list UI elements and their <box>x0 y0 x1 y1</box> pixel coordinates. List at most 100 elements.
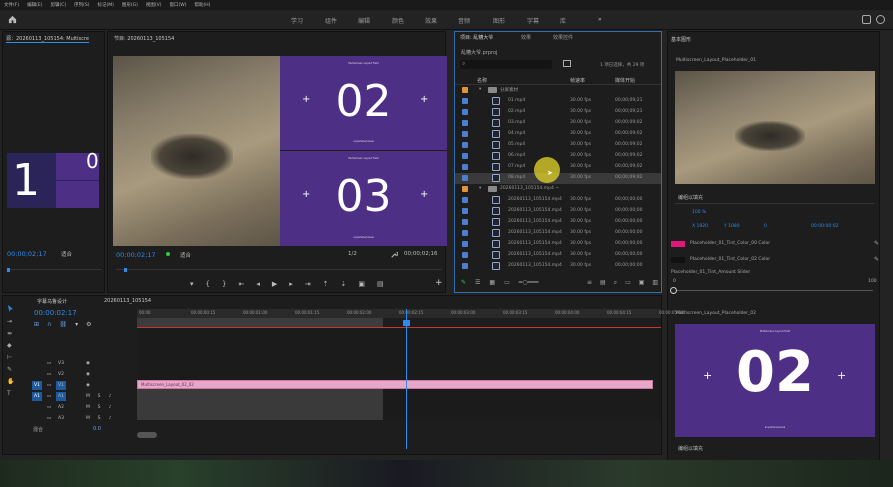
quick-export-icon[interactable] <box>862 15 871 24</box>
color2-swatch[interactable] <box>671 257 685 263</box>
workspace-learn[interactable]: 学习 <box>291 16 303 25</box>
track-label[interactable]: A3 <box>56 414 66 423</box>
project-list-item[interactable]: 20260113_105154.mp4 30.00 fps 00;00;00;00 <box>455 206 661 217</box>
mic-icon[interactable]: ♪ <box>105 414 115 423</box>
label-color-swatch[interactable] <box>462 263 468 269</box>
goto-in-icon[interactable]: ⇤ <box>238 280 244 288</box>
label-color-swatch[interactable] <box>462 219 468 225</box>
solo-button[interactable]: S <box>94 392 104 401</box>
timeline-scrollbar[interactable] <box>137 432 157 438</box>
workspace-graphics[interactable]: 图形 <box>493 16 505 25</box>
lock-icon[interactable]: ▭ <box>44 414 54 423</box>
label-color-swatch[interactable] <box>462 87 468 93</box>
label-color-swatch[interactable] <box>462 197 468 203</box>
lift-icon[interactable]: ⇡ <box>323 280 329 288</box>
workspace-effects[interactable]: 效果 <box>425 16 437 25</box>
timeline-timecode[interactable]: 00:00:02:17 <box>34 309 77 317</box>
source-timecode[interactable]: 00;00;02;17 <box>7 250 47 258</box>
menu-item-view[interactable]: 视图(V) <box>146 2 162 8</box>
mute-button[interactable]: M <box>83 403 93 412</box>
menu-item-file[interactable]: 文件(F) <box>4 2 19 8</box>
program-resolution-select[interactable]: 1/2 <box>348 251 357 257</box>
timeline-ruler[interactable]: 00:00 00:00:00:15 00:00:01:00 00:00:01:15 00… <box>137 309 683 318</box>
play-icon[interactable]: ▶ <box>272 280 277 288</box>
tint-slider-knob[interactable] <box>670 287 677 294</box>
label-color-swatch[interactable] <box>462 175 468 181</box>
essential-graphics-tab[interactable]: 基本图形 <box>671 36 691 43</box>
project-list-item[interactable]: 20260113_105154.mp4 30.00 fps 00;00;00;00 <box>455 195 661 206</box>
more-workspaces-icon[interactable]: » <box>598 16 602 23</box>
project-list-item[interactable]: 01.mp4 30.00 fps 00;00;09;21 <box>455 96 661 107</box>
add-marker-icon[interactable]: ▾ <box>75 321 78 328</box>
menu-item-marker[interactable]: 标记(M) <box>98 2 114 8</box>
timeline-settings-icon[interactable]: ⚙ <box>86 321 91 328</box>
workspace-color[interactable]: 颜色 <box>392 16 404 25</box>
solo-button[interactable]: S <box>94 414 104 423</box>
program-fit-select[interactable]: 适合 <box>180 251 191 259</box>
source-patch[interactable]: V1 <box>32 381 42 390</box>
project-list-item[interactable]: 20260113_105154.mp4 30.00 fps 00;00;00;00 <box>455 239 661 250</box>
playhead-handle[interactable] <box>403 320 410 326</box>
project-list-item[interactable]: 20260113_105154.mp4 30.00 fps 00;00;00;00 <box>455 217 661 228</box>
timeline-clip[interactable]: Multiscreen_Layout_02_02 <box>137 380 653 389</box>
lock-icon[interactable]: ▭ <box>44 392 54 401</box>
program-tab[interactable]: 节目: 20260113_105154 <box>114 35 174 42</box>
lock-icon[interactable]: ▭ <box>44 403 54 412</box>
track-label[interactable]: V3 <box>56 359 66 368</box>
home-icon[interactable] <box>8 15 17 24</box>
trash-icon[interactable]: ▥ <box>652 279 658 287</box>
pencil-icon[interactable]: ✎ <box>461 279 466 286</box>
razor-icon[interactable]: ◆ <box>7 342 14 349</box>
new-bin-icon[interactable] <box>563 60 571 67</box>
lock-icon[interactable]: ▭ <box>44 381 54 390</box>
color1-swatch[interactable] <box>671 241 685 247</box>
effects-tab[interactable]: 效果 <box>521 34 531 41</box>
timeline-playhead[interactable] <box>406 309 407 449</box>
automate-icon[interactable]: ▤ <box>600 279 606 287</box>
menu-item-edit[interactable]: 编辑(E) <box>27 2 42 8</box>
insert-overwrite-icon[interactable]: ⊞ <box>34 321 39 328</box>
source-tab[interactable]: 源：20260113_105154: Multiscre <box>6 35 89 43</box>
program-scrubber[interactable] <box>116 262 442 270</box>
selection-tool-icon[interactable] <box>6 304 15 313</box>
label-color-swatch[interactable] <box>462 109 468 115</box>
project-list-item[interactable]: 20260113_105154.mp4 ~ ▾ <box>455 184 661 195</box>
project-search-input[interactable]: ⌕ <box>460 60 552 69</box>
track-select-icon[interactable]: ⇥ <box>7 318 14 325</box>
project-list-item[interactable]: 20260113_105154.mp4 30.00 fps 00;00;00;00 <box>455 261 661 272</box>
tint-slider-track[interactable] <box>673 290 873 291</box>
eyedropper-icon[interactable]: ✎ <box>874 256 879 263</box>
time-value[interactable]: 00:00:00:02 <box>811 224 838 229</box>
project-list-item[interactable]: 02.mp4 30.00 fps 00;00;09;21 <box>455 107 661 118</box>
label-color-swatch[interactable] <box>462 142 468 148</box>
track-label[interactable]: V2 <box>56 370 66 379</box>
menu-item-sequence[interactable]: 序列(S) <box>74 2 89 8</box>
marker-icon[interactable]: ▾ <box>190 280 194 288</box>
project-list-item[interactable]: 06.mp4 30.00 fps 00;00;09;02 <box>455 151 661 162</box>
column-fps[interactable]: 帧速率 <box>570 77 585 84</box>
track-label[interactable]: A1 <box>56 392 66 401</box>
rotation-value[interactable]: 0 <box>764 224 767 229</box>
out-point-icon[interactable]: } <box>222 280 226 288</box>
menu-item-graphics[interactable]: 图形(G) <box>122 2 138 8</box>
snap-icon[interactable]: ∩ <box>47 321 51 328</box>
label-color-swatch[interactable] <box>462 153 468 159</box>
mic-icon[interactable]: ♪ <box>105 392 115 401</box>
project-list-item[interactable]: 04.mp4 30.00 fps 00;00;09;02 <box>455 129 661 140</box>
menu-item-clip[interactable]: 剪辑(C) <box>50 2 66 8</box>
track-label[interactable]: V1 <box>56 381 66 390</box>
ripple-edit-icon[interactable]: ⇹ <box>7 330 14 337</box>
track-label[interactable]: A2 <box>56 403 66 412</box>
timeline-tab[interactable]: 字幕乌鲁设计 <box>37 298 67 305</box>
export-frame-icon[interactable]: ▣ <box>358 280 365 288</box>
find-icon[interactable]: ⌕ <box>614 279 617 287</box>
goto-out-icon[interactable]: ⇥ <box>305 280 311 288</box>
project-list-item[interactable]: 05.mp4 30.00 fps 00;00;09;02 <box>455 140 661 151</box>
scale-value[interactable]: 100 % <box>692 210 706 215</box>
in-point-icon[interactable]: { <box>206 280 210 288</box>
label-color-swatch[interactable] <box>462 186 468 192</box>
eye-icon[interactable]: ◉ <box>83 359 93 368</box>
source-patch[interactable] <box>32 370 42 379</box>
workspace-libraries[interactable]: 库 <box>560 16 566 25</box>
label-color-swatch[interactable] <box>462 252 468 258</box>
